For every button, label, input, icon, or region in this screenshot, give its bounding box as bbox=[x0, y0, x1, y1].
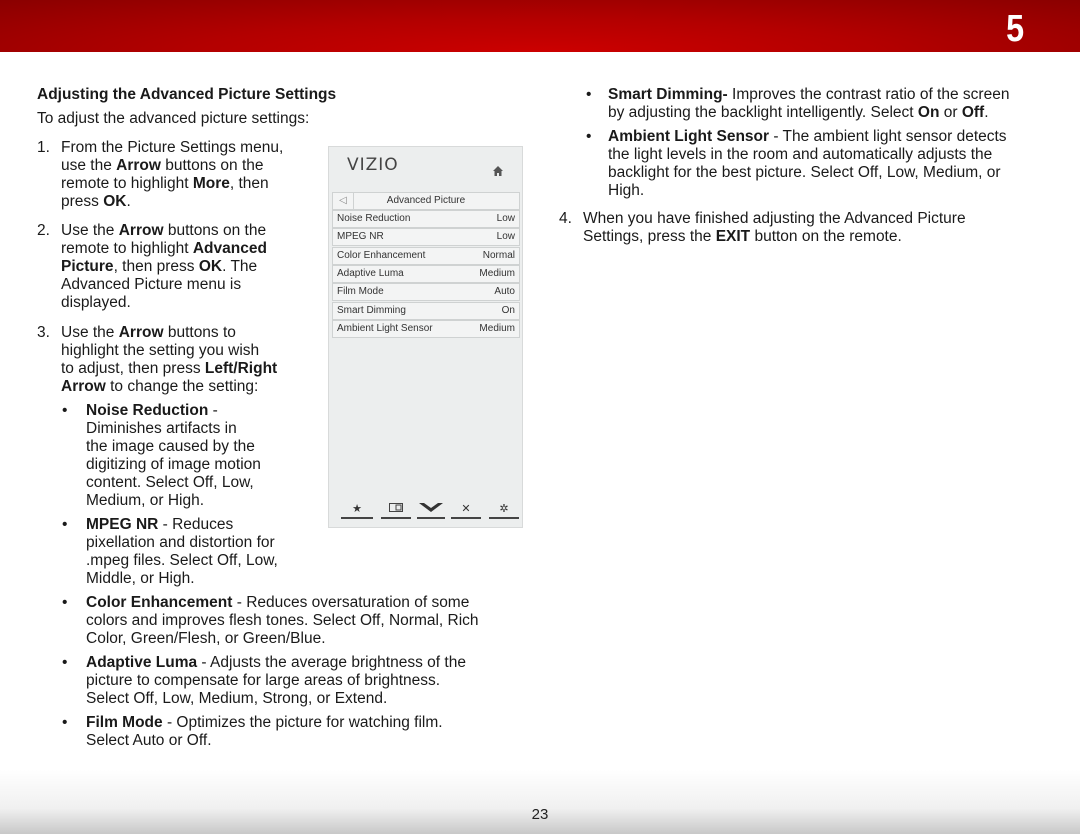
menu-item-value: Normal bbox=[482, 249, 515, 261]
footer-bar bbox=[0, 770, 1080, 834]
menu-item-value: On bbox=[501, 304, 515, 316]
bullet-item: MPEG NR - Reduces pixellation and distort… bbox=[86, 516, 278, 587]
bullet-marker: • bbox=[62, 714, 68, 731]
step-number: 3. bbox=[37, 324, 50, 341]
menu-title-row: ◁ Advanced Picture bbox=[332, 192, 520, 210]
menu-item[interactable]: Film Mode Auto bbox=[332, 283, 520, 302]
menu-item-value: Medium bbox=[479, 267, 515, 279]
close-icon[interactable]: ✕ bbox=[451, 503, 481, 519]
bold-term: Left/Right bbox=[204, 360, 278, 377]
bullet-marker: • bbox=[586, 128, 592, 145]
bold-term: Ambient Light Sensor bbox=[608, 128, 770, 145]
step-number: 1. bbox=[37, 139, 50, 156]
bold-term: MPEG NR bbox=[86, 516, 159, 533]
menu-item-label: Color Enhancement bbox=[337, 249, 426, 261]
bold-term: Picture bbox=[61, 258, 114, 275]
menu-item-value: Auto bbox=[494, 286, 515, 298]
bullet-item: Smart Dimming- Improves the contrast rat… bbox=[608, 86, 1010, 121]
tv-menu-screenshot: VIZIO ◁ Advanced Picture Noise Reduction… bbox=[328, 146, 523, 528]
bullet-marker: • bbox=[62, 402, 68, 419]
menu-item[interactable]: Adaptive Luma Medium bbox=[332, 264, 520, 283]
section-heading: Adjusting the Advanced Picture Settings bbox=[37, 86, 337, 103]
bullet-item: Ambient Light Sensor - The ambient light… bbox=[608, 128, 1007, 199]
menu-item[interactable]: Ambient Light Sensor Medium bbox=[332, 319, 520, 338]
vizio-v-icon[interactable] bbox=[417, 503, 445, 519]
bold-term: Arrow bbox=[116, 157, 161, 174]
bold-term: Off bbox=[961, 104, 985, 121]
menu-item-label: MPEG NR bbox=[337, 231, 384, 243]
bullet-item: Color Enhancement - Reduces oversaturati… bbox=[86, 594, 479, 647]
bullet-item: Noise Reduction - Diminishes artifacts in… bbox=[86, 402, 261, 509]
bold-term: More bbox=[192, 175, 230, 192]
bullet-marker: • bbox=[62, 654, 68, 671]
menu-item-label: Adaptive Luma bbox=[337, 267, 404, 279]
step-item: When you have finished adjusting the Adv… bbox=[583, 210, 966, 245]
menu-item[interactable]: Smart Dimming On bbox=[332, 301, 520, 320]
menu-title: Advanced Picture bbox=[386, 195, 466, 206]
chapter-number: 5 bbox=[1006, 8, 1024, 50]
widescreen-icon[interactable] bbox=[381, 503, 411, 519]
menu-item-label: Ambient Light Sensor bbox=[337, 322, 433, 334]
bold-term: Advanced bbox=[192, 240, 267, 257]
page-number: 23 bbox=[531, 806, 549, 823]
vizio-logo: VIZIO bbox=[347, 155, 399, 175]
step-item: Use the Arrow buttons to highlight the se… bbox=[61, 324, 278, 395]
bold-term: Noise Reduction bbox=[86, 402, 209, 419]
back-arrow-icon[interactable]: ◁ bbox=[333, 193, 354, 209]
star-icon[interactable]: ★ bbox=[341, 503, 373, 519]
bold-term: Arrow bbox=[118, 222, 164, 239]
header-bar: 5 bbox=[0, 0, 1080, 52]
bold-term: Adaptive Luma bbox=[86, 654, 198, 671]
menu-item-value: Low bbox=[496, 213, 515, 224]
bold-term: Arrow bbox=[61, 378, 106, 395]
home-icon bbox=[493, 166, 503, 176]
bullet-marker: • bbox=[62, 516, 68, 533]
menu-bottom-bar: ★ ✕ ✲ bbox=[341, 503, 519, 519]
menu-item[interactable]: Color Enhancement Normal bbox=[332, 246, 520, 265]
bold-term: OK bbox=[103, 193, 127, 210]
step-number: 4. bbox=[559, 210, 572, 227]
menu-item-value: Medium bbox=[479, 322, 515, 334]
menu-item-label: Film Mode bbox=[337, 286, 384, 298]
bullet-marker: • bbox=[586, 86, 592, 103]
gear-icon[interactable]: ✲ bbox=[489, 503, 519, 519]
bold-term: Arrow bbox=[118, 324, 164, 341]
intro-text: To adjust the advanced picture settings: bbox=[37, 110, 310, 127]
bold-term: On bbox=[917, 104, 940, 121]
menu-item-value: Low bbox=[496, 231, 515, 243]
step-item: From the Picture Settings menu, use the A… bbox=[61, 139, 284, 210]
menu-item-label: Smart Dimming bbox=[337, 304, 406, 316]
bold-term: EXIT bbox=[715, 228, 751, 245]
bold-term: Smart Dimming- bbox=[608, 86, 728, 103]
step-item: Use the Arrow buttons on the remote to hi… bbox=[61, 222, 267, 311]
bold-term: Color Enhancement bbox=[86, 594, 233, 611]
bold-term: Film Mode bbox=[86, 714, 163, 731]
step-number: 2. bbox=[37, 222, 50, 239]
menu-item-label: Noise Reduction bbox=[337, 213, 411, 224]
bullet-marker: • bbox=[62, 594, 68, 611]
bullet-item: Adaptive Luma - Adjusts the average brig… bbox=[86, 654, 466, 707]
menu-item[interactable]: MPEG NR Low bbox=[332, 228, 520, 247]
bold-term: OK bbox=[198, 258, 223, 275]
bullet-item: Film Mode - Optimizes the picture for wa… bbox=[86, 714, 443, 749]
menu-item[interactable]: Noise Reduction Low bbox=[332, 210, 520, 228]
